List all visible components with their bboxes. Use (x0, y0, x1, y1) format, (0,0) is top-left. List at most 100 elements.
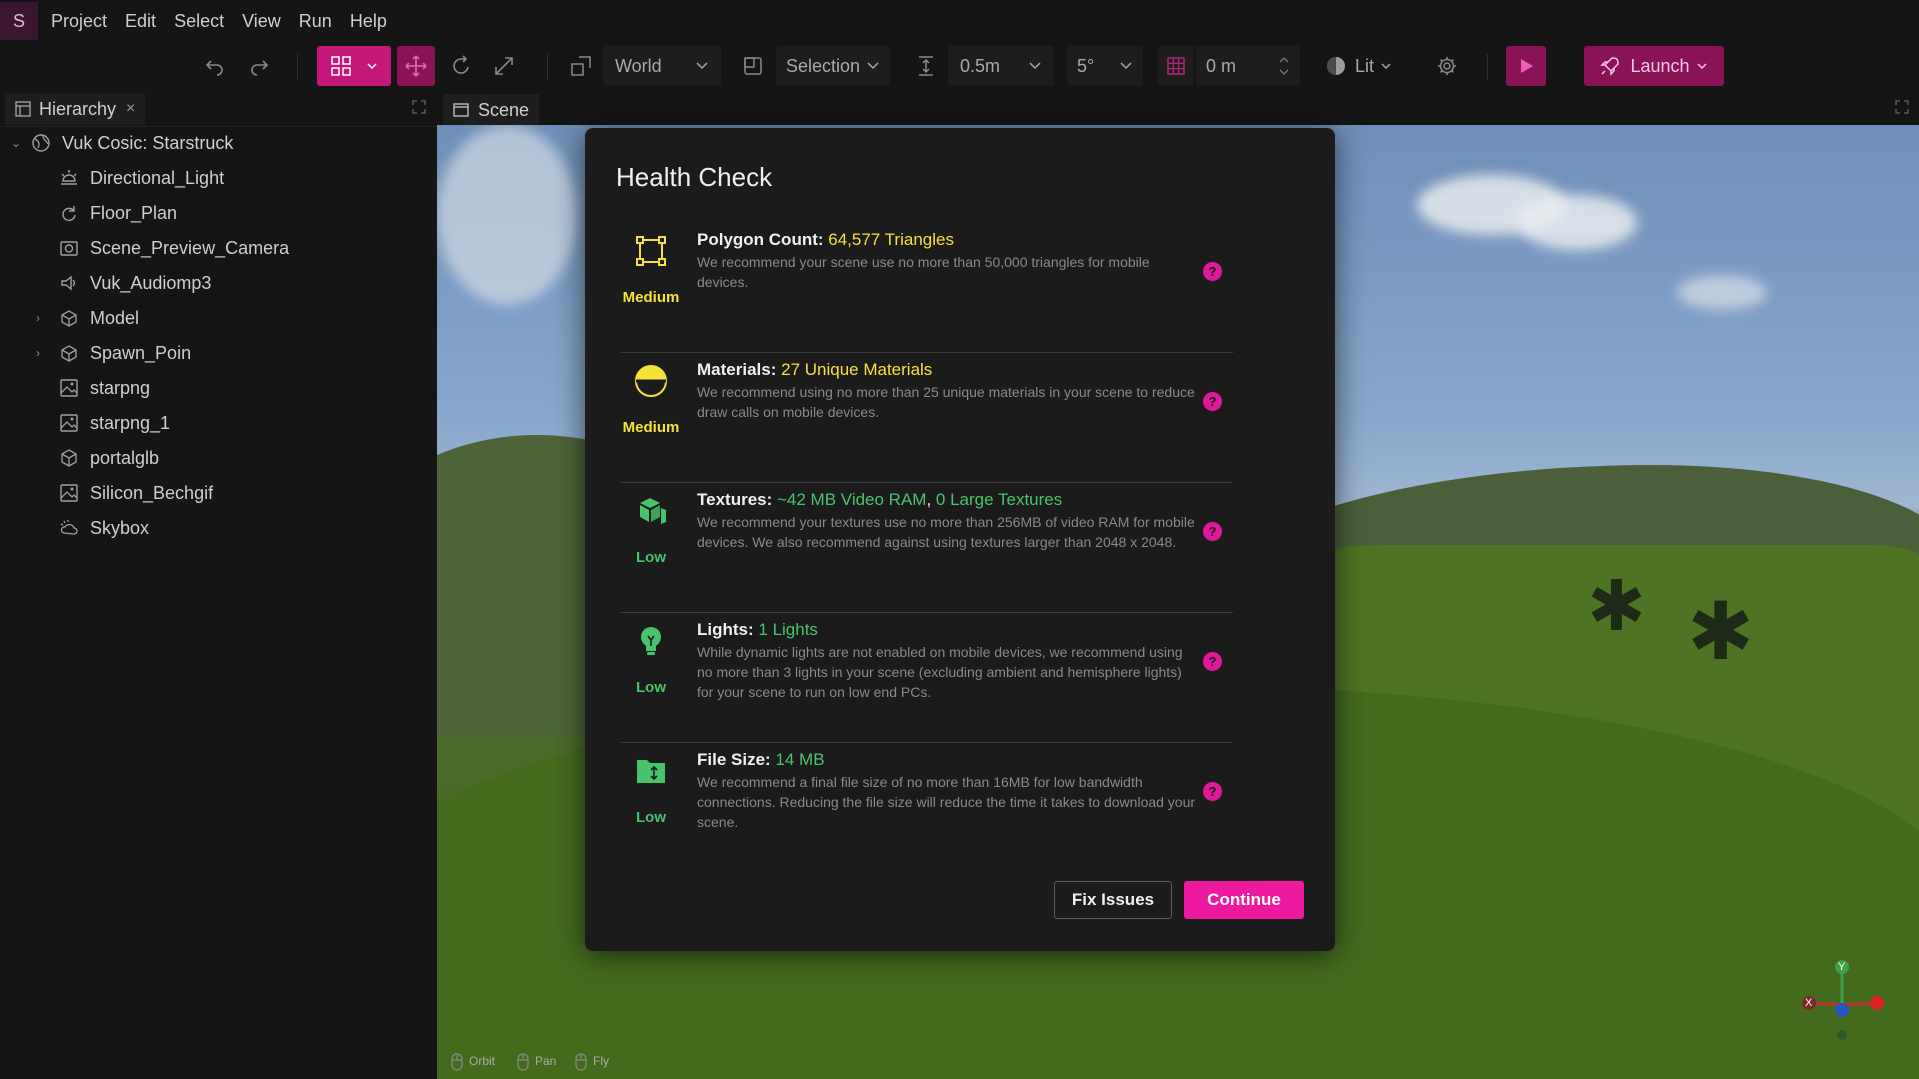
hierarchy-item-label: Silicon_Bechgif (90, 482, 214, 503)
undo-icon (205, 60, 223, 76)
hierarchy-panel: Hierarchy × ⌄ Vuk Cosic: Starstruck Direct… (0, 92, 436, 1079)
hierarchy-item[interactable]: portalglb (0, 441, 436, 475)
expand-caret-icon[interactable]: › (30, 346, 46, 360)
hierarchy-item-label: starpng_1 (90, 412, 171, 433)
severity-label: Low (636, 809, 666, 826)
hierarchy-item[interactable]: Scene_Preview_Camera (0, 231, 436, 265)
expand-caret-icon[interactable]: › (30, 311, 46, 325)
hierarchy-item[interactable]: Skybox (0, 511, 436, 545)
image-icon (58, 482, 80, 504)
launch-button[interactable]: Launch (1584, 46, 1724, 86)
space-toggle-button[interactable] (566, 46, 596, 86)
check-value-secondary: 0 Large Textures (935, 490, 1063, 509)
render-mode-value: Lit (1355, 55, 1375, 76)
hierarchy-item[interactable]: starpng (0, 371, 436, 405)
model-icon (58, 307, 80, 329)
chevron-down-icon (1029, 62, 1041, 70)
chevron-down-icon (696, 62, 708, 70)
space-dropdown[interactable]: World (603, 46, 721, 86)
hierarchy-item[interactable]: Floor_Plan (0, 196, 436, 230)
grid-height-value: 0 m (1206, 55, 1237, 76)
maximize-panel-icon[interactable] (412, 100, 426, 114)
pan-hint-label: Pan (535, 1054, 557, 1069)
help-button[interactable]: ? (1203, 652, 1222, 671)
help-button[interactable]: ? (1203, 782, 1222, 801)
chevron-down-icon (1381, 63, 1391, 70)
speaker-icon (58, 272, 80, 294)
snap-translate-button[interactable] (911, 46, 941, 86)
grid-height-input[interactable]: 0 m (1196, 46, 1300, 86)
menu-view[interactable]: View (240, 7, 283, 36)
mouse-right-icon (575, 1053, 587, 1071)
check-heading: Polygon Count: 64,577 Triangles (697, 230, 954, 250)
hierarchy-item[interactable]: Directional_Light (0, 161, 436, 195)
check-label: File Size: (697, 750, 771, 769)
hierarchy-item[interactable]: Silicon_Bechgif (0, 476, 436, 510)
settings-button[interactable] (1432, 46, 1462, 86)
move-tool-button[interactable] (397, 46, 435, 86)
check-value: 14 MB (775, 750, 825, 769)
gizmo-y-label: Y (1838, 961, 1846, 973)
camera-icon (58, 237, 80, 259)
render-mode-dropdown[interactable]: Lit (1325, 46, 1405, 86)
chevron-down-icon (367, 63, 377, 70)
pivot-toggle-button[interactable] (738, 46, 768, 86)
gizmo-x-label: X (1805, 997, 1813, 1009)
check-description: We recommend your scene use no more than… (697, 254, 1150, 290)
check-value: 27 Unique Materials (781, 360, 933, 379)
menu-edit[interactable]: Edit (123, 7, 158, 36)
redo-button[interactable] (246, 46, 272, 86)
play-button[interactable] (1506, 46, 1546, 86)
app-logo[interactable]: S (0, 2, 38, 40)
help-button[interactable]: ? (1203, 522, 1222, 541)
grid-select-icon (331, 56, 351, 76)
maximize-panel-icon[interactable] (1895, 100, 1909, 114)
undo-button[interactable] (202, 46, 228, 86)
fix-issues-button[interactable]: Fix Issues (1054, 881, 1172, 919)
pivot-dropdown[interactable]: Selection (776, 46, 890, 86)
tab-hierarchy[interactable]: Hierarchy × (5, 93, 146, 125)
tab-scene-label: Scene (478, 99, 530, 120)
check-label: Materials: (697, 360, 777, 379)
tab-scene[interactable]: Scene (443, 94, 540, 126)
chevron-down-icon (1120, 62, 1132, 70)
hierarchy-item-label: starpng (90, 377, 151, 398)
expand-caret-icon[interactable]: ⌄ (8, 136, 24, 150)
check-label: Polygon Count: (697, 230, 824, 249)
menu-select[interactable]: Select (172, 7, 226, 36)
model-icon (58, 342, 80, 364)
check-heading: File Size: 14 MB (697, 750, 825, 770)
close-tab-button[interactable]: × (126, 100, 135, 118)
refresh-icon (58, 202, 80, 224)
hierarchy-item-label: Vuk Cosic: Starstruck (62, 132, 234, 153)
hierarchy-item[interactable]: starpng_1 (0, 406, 436, 440)
pivot-value: Selection (786, 55, 861, 76)
transform-tool-group[interactable] (317, 46, 391, 86)
polygon-icon (621, 234, 681, 268)
lit-sphere-icon (1327, 57, 1345, 75)
scale-tool-button[interactable] (489, 46, 519, 86)
cloud (1677, 275, 1767, 310)
hierarchy-item[interactable]: › Model (0, 301, 436, 335)
hierarchy-item[interactable]: › Spawn_Poin (0, 336, 436, 370)
menu-project[interactable]: Project (49, 7, 109, 36)
grid-toggle-button[interactable] (1158, 46, 1194, 86)
mouse-middle-icon (517, 1053, 529, 1071)
orbit-hint: Orbit (451, 1053, 495, 1071)
rotate-tool-button[interactable] (446, 46, 476, 86)
check-heading: Textures: ~42 MB Video RAM, 0 Large Text… (697, 490, 1062, 510)
hierarchy-item[interactable]: ⌄ Vuk Cosic: Starstruck (0, 126, 436, 160)
menu-run[interactable]: Run (297, 7, 334, 36)
hierarchy-item[interactable]: Vuk_Audiomp3 (0, 266, 436, 300)
material-icon (621, 364, 681, 398)
help-button[interactable]: ? (1203, 392, 1222, 411)
check-label: Lights: (697, 620, 754, 639)
menu-help[interactable]: Help (348, 7, 389, 36)
continue-button[interactable]: Continue (1184, 881, 1304, 919)
grid-icon (1167, 57, 1185, 75)
transform-space-icon (571, 56, 591, 76)
help-button[interactable]: ? (1203, 262, 1222, 281)
hierarchy-item-label: Model (90, 307, 140, 328)
snap-rotate-dropdown[interactable]: 5° (1067, 46, 1143, 86)
snap-translate-dropdown[interactable]: 0.5m (948, 46, 1054, 86)
